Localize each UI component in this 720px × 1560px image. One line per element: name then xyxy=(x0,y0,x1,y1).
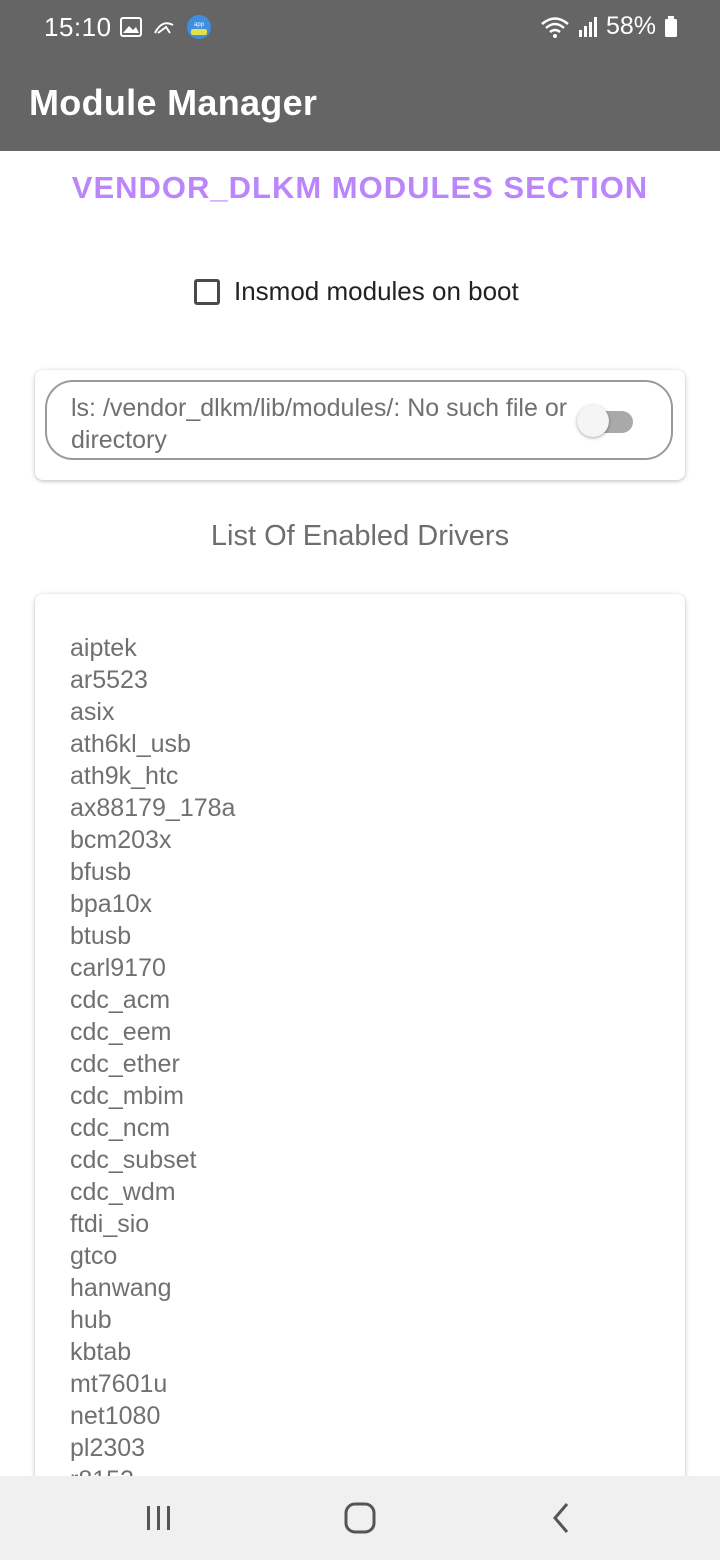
list-item: ax88179_178a xyxy=(70,794,236,822)
list-item: cdc_subset xyxy=(70,1146,197,1174)
list-item: bcm203x xyxy=(70,826,172,854)
notification-icons: app xyxy=(120,14,212,40)
app-badge-icon: app xyxy=(187,15,211,39)
list-item: btusb xyxy=(70,922,132,950)
insmod-on-boot-checkbox[interactable]: Insmod modules on boot xyxy=(194,276,519,307)
status-right: 58% xyxy=(540,12,678,41)
gallery-icon xyxy=(120,17,142,37)
battery-percent: 58% xyxy=(605,12,656,40)
list-item: cdc_ether xyxy=(70,1050,180,1078)
list-item: aiptek xyxy=(70,634,137,662)
app-bar: Module Manager xyxy=(0,58,720,151)
module-entry-row[interactable]: ls: /vendor_dlkm/lib/modules/: No such f… xyxy=(45,380,673,460)
checkbox-box[interactable] xyxy=(194,278,220,305)
list-item: cdc_wdm xyxy=(70,1178,176,1206)
list-item: asix xyxy=(70,698,115,726)
notification-icon xyxy=(154,22,174,34)
list-item: cdc_mbim xyxy=(70,1082,184,1110)
module-toggle-switch[interactable] xyxy=(577,405,633,437)
list-item: cdc_ncm xyxy=(70,1114,171,1142)
list-item: bfusb xyxy=(70,858,132,886)
svg-text:app: app xyxy=(194,22,205,28)
list-item: hub xyxy=(70,1306,112,1334)
module-entry-card: ls: /vendor_dlkm/lib/modules/: No such f… xyxy=(35,370,685,480)
list-item: mt7601u xyxy=(70,1370,168,1398)
drivers-heading: List Of Enabled Drivers xyxy=(210,520,510,552)
list-item: ath9k_htc xyxy=(70,762,179,790)
status-bar: 15:10 app 58% xyxy=(0,0,720,58)
list-item: pl2303 xyxy=(70,1434,146,1462)
drivers-list: aiptek ar5523 asix ath6kl_usb ath9k_htc … xyxy=(70,632,235,1496)
list-item: kbtab xyxy=(70,1338,132,1366)
list-item: hanwang xyxy=(70,1274,172,1302)
list-item: carl9170 xyxy=(70,954,166,982)
battery-icon xyxy=(665,15,677,37)
status-time: 15:10 xyxy=(44,12,112,42)
recents-icon xyxy=(147,1506,170,1530)
app-title: Module Manager xyxy=(29,82,318,123)
list-item: bpa10x xyxy=(70,890,153,918)
wifi-icon xyxy=(541,16,569,38)
list-item: gtco xyxy=(70,1242,118,1270)
back-icon xyxy=(553,1503,569,1533)
back-button[interactable] xyxy=(541,1498,581,1538)
list-item: cdc_eem xyxy=(70,1018,172,1046)
drivers-list-card[interactable]: aiptek ar5523 asix ath6kl_usb ath9k_htc … xyxy=(35,594,685,1554)
module-entry-text: ls: /vendor_dlkm/lib/modules/: No such f… xyxy=(71,394,568,454)
list-item: cdc_acm xyxy=(70,986,171,1014)
signal-icon xyxy=(578,16,597,37)
home-icon xyxy=(344,1502,376,1534)
list-item: net1080 xyxy=(70,1402,161,1430)
list-item: ath6kl_usb xyxy=(70,730,191,758)
recents-button[interactable] xyxy=(139,1498,179,1538)
switch-thumb xyxy=(577,405,609,437)
checkbox-label: Insmod modules on boot xyxy=(234,276,519,306)
section-title: VENDOR_DLKM MODULES SECTION xyxy=(71,170,649,205)
list-item: ftdi_sio xyxy=(70,1210,150,1238)
home-button[interactable] xyxy=(340,1498,380,1538)
navigation-bar xyxy=(0,1476,720,1560)
list-item: ar5523 xyxy=(70,666,148,694)
